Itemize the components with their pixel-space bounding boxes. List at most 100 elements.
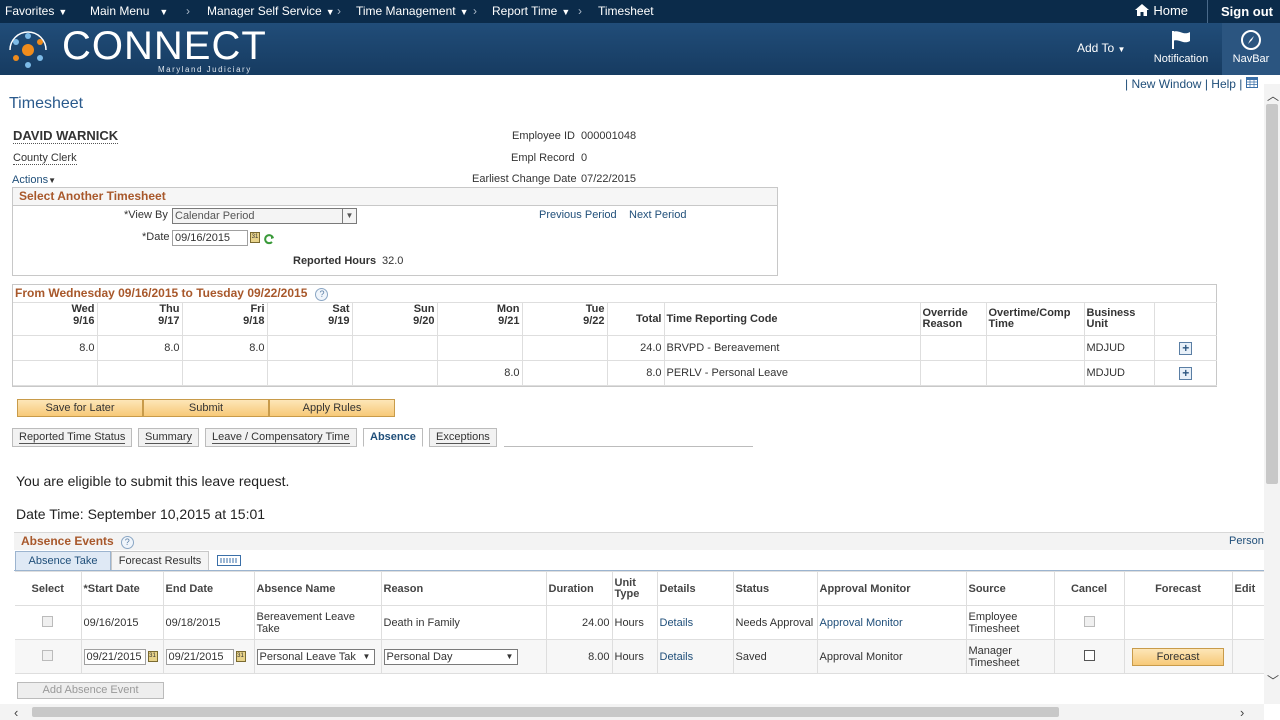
cancel-checkbox[interactable] bbox=[1083, 649, 1095, 661]
scroll-left-icon[interactable]: ‹ bbox=[14, 705, 18, 720]
forecast-button[interactable]: Forecast bbox=[1132, 647, 1224, 666]
hours-cell[interactable] bbox=[351, 335, 438, 361]
actions-menu[interactable]: Actions▼ bbox=[12, 174, 56, 186]
next-period-link[interactable]: Next Period bbox=[629, 209, 686, 221]
calendar-icon[interactable]: 31 bbox=[235, 651, 246, 662]
reported-hours-value: 32.0 bbox=[382, 255, 404, 267]
tab-absence[interactable]: Absence bbox=[363, 428, 423, 447]
hours-cell[interactable]: 8.0 bbox=[436, 360, 523, 386]
home-link[interactable]: Home bbox=[1134, 3, 1188, 18]
new-window-link[interactable]: New Window bbox=[1131, 77, 1201, 91]
navbar-button[interactable]: NavBar bbox=[1222, 23, 1280, 75]
day-header-sat: Sat 9/19 bbox=[266, 302, 353, 336]
refresh-icon[interactable] bbox=[263, 233, 275, 245]
add-to-label: Add To bbox=[1077, 41, 1115, 55]
breadcrumb-manager-self-service[interactable]: Manager Self Service ▼ bbox=[207, 4, 335, 18]
reason-select[interactable]: Personal Day ▼ bbox=[383, 648, 518, 665]
trc-header: Time Reporting Code bbox=[663, 302, 921, 336]
details-link[interactable]: Details bbox=[660, 617, 694, 629]
hours-cell[interactable] bbox=[266, 335, 353, 361]
calendar-icon[interactable]: 31 bbox=[147, 651, 158, 662]
subtab-forecast-results[interactable]: Forecast Results bbox=[111, 551, 209, 571]
select-cell bbox=[15, 639, 82, 674]
day-header-mon: Mon 9/21 bbox=[436, 302, 523, 336]
logo-text: CONNECT bbox=[62, 24, 267, 68]
hours-cell[interactable] bbox=[181, 360, 268, 386]
add-row-icon[interactable]: + bbox=[1179, 366, 1193, 380]
personalize-link[interactable]: Person bbox=[1229, 535, 1264, 547]
absence-name-select[interactable]: Personal Leave Tak ▼ bbox=[256, 648, 375, 665]
submit-button[interactable]: Submit bbox=[143, 399, 269, 417]
sign-out-link[interactable]: Sign out bbox=[1221, 4, 1273, 19]
source-cell: Employee Timesheet bbox=[965, 605, 1055, 640]
subtab-absence-take[interactable]: Absence Take bbox=[15, 551, 111, 571]
forecast-cell bbox=[1123, 605, 1233, 640]
add-row-icon[interactable]: + bbox=[1179, 341, 1193, 355]
tab-summary[interactable]: Summary bbox=[138, 428, 200, 447]
employee-name[interactable]: DAVID WARNICK bbox=[13, 128, 119, 144]
hours-cell[interactable] bbox=[96, 360, 183, 386]
override-reason-cell bbox=[919, 360, 987, 386]
horizontal-scrollbar[interactable]: ‹ › bbox=[0, 704, 1264, 720]
period-header: From Wednesday 09/16/2015 to Tuesday 09/… bbox=[15, 286, 329, 301]
overtime-comp-header: Overtime/Comp Time bbox=[985, 302, 1085, 336]
hours-cell[interactable] bbox=[13, 360, 98, 386]
help-link[interactable]: Help bbox=[1211, 77, 1236, 91]
tab-exceptions[interactable]: Exceptions bbox=[429, 428, 497, 447]
scroll-up-icon[interactable]: ︿ bbox=[1267, 87, 1279, 104]
previous-period-link[interactable]: Previous Period bbox=[539, 209, 617, 221]
cancel-cell bbox=[1053, 605, 1125, 640]
select-checkbox[interactable] bbox=[42, 615, 54, 627]
employee-title[interactable]: County Clerk bbox=[13, 152, 77, 165]
hours-cell[interactable] bbox=[521, 335, 608, 361]
hours-cell[interactable]: 8.0 bbox=[13, 335, 98, 361]
save-for-later-button[interactable]: Save for Later bbox=[17, 399, 143, 417]
hours-cell[interactable] bbox=[266, 360, 353, 386]
date-input[interactable]: 09/16/2015 bbox=[172, 230, 248, 246]
hours-cell[interactable]: 8.0 bbox=[181, 335, 268, 361]
tab-reported-time-status[interactable]: Reported Time Status bbox=[12, 428, 133, 447]
hours-cell[interactable] bbox=[351, 360, 438, 386]
add-to-menu[interactable]: Add To ▼ bbox=[1077, 41, 1125, 55]
tab-label: Exceptions bbox=[436, 431, 490, 444]
horizontal-scroll-thumb[interactable] bbox=[32, 707, 1059, 717]
vertical-scrollbar[interactable]: ︿ ﹀ bbox=[1264, 84, 1280, 704]
start-date-input[interactable]: 09/21/2015 bbox=[83, 648, 146, 665]
add-row-cell: + bbox=[1153, 360, 1217, 386]
breadcrumb-time-management[interactable]: Time Management ▼ bbox=[356, 4, 469, 18]
scroll-right-icon[interactable]: › bbox=[1240, 705, 1244, 720]
overtime-comp-cell bbox=[985, 335, 1085, 361]
tab-leave-compensatory-time[interactable]: Leave / Compensatory Time bbox=[205, 428, 357, 447]
tab-label: Summary bbox=[145, 431, 193, 444]
select-checkbox[interactable] bbox=[42, 649, 54, 661]
hours-cell[interactable]: 8.0 bbox=[96, 335, 183, 361]
help-icon[interactable]: ? bbox=[120, 536, 134, 549]
hours-cell[interactable] bbox=[436, 335, 523, 361]
approval-monitor-link[interactable]: Approval Monitor bbox=[820, 617, 903, 629]
edit-header: Edit bbox=[1231, 571, 1264, 606]
home-icon bbox=[1135, 4, 1149, 16]
actions-label: Actions bbox=[12, 174, 49, 186]
add-absence-event-button[interactable]: Add Absence Event bbox=[17, 682, 164, 699]
absence-name-cell: Bereavement Leave Take bbox=[253, 605, 382, 640]
notification-button[interactable]: Notification bbox=[1148, 23, 1214, 75]
breadcrumb-report-time[interactable]: Report Time ▼ bbox=[492, 4, 570, 18]
help-icon[interactable]: ? bbox=[315, 288, 329, 301]
end-date-input[interactable]: 09/21/2015 bbox=[165, 648, 234, 665]
main-menu[interactable]: Main Menu ▼ bbox=[90, 4, 168, 18]
scroll-down-icon[interactable]: ﹀ bbox=[1267, 672, 1279, 689]
earliest-change-date-value: 07/22/2015 bbox=[581, 173, 637, 185]
vertical-scroll-thumb[interactable] bbox=[1266, 104, 1278, 484]
apply-rules-button[interactable]: Apply Rules bbox=[269, 399, 395, 417]
view-by-select[interactable]: Calendar Period ▼ bbox=[172, 208, 357, 224]
forecast-header: Forecast bbox=[1123, 571, 1233, 606]
hours-cell[interactable] bbox=[521, 360, 608, 386]
details-link[interactable]: Details bbox=[660, 651, 694, 663]
navbar-label: NavBar bbox=[1232, 53, 1270, 65]
calendar-icon[interactable]: 31 bbox=[250, 232, 260, 243]
trc-cell: PERLV - Personal Leave bbox=[663, 360, 921, 386]
date-label: *Date bbox=[142, 231, 170, 243]
personalize-page-icon[interactable] bbox=[1245, 77, 1258, 88]
show-all-columns-icon[interactable] bbox=[217, 555, 241, 566]
favorites-menu[interactable]: Favorites ▼ bbox=[5, 4, 67, 18]
